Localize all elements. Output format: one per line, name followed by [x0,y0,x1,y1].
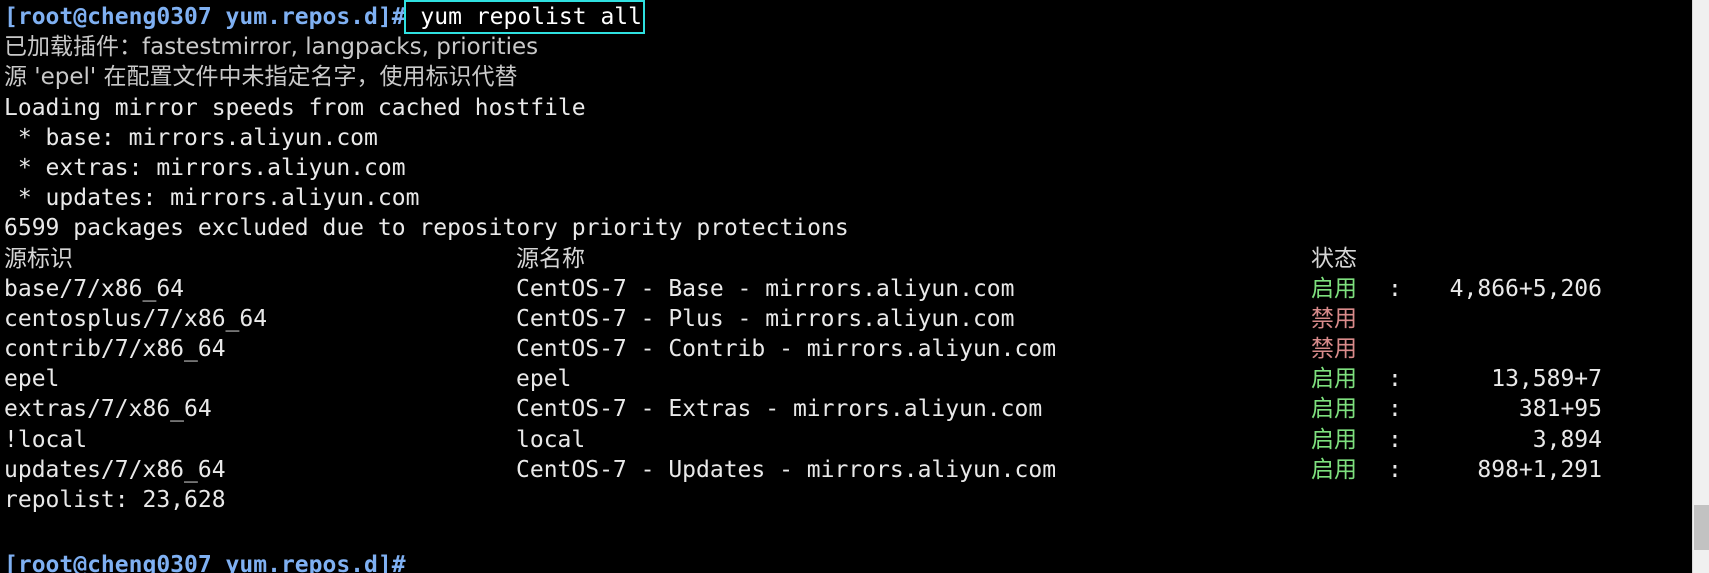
excluded-packages-line: 6599 packages excluded due to repository… [4,215,849,242]
table-header-row: 源标识 源名称 状态 [4,244,1692,274]
table-row: base/7/x86_64 CentOS-7 - Base - mirrors.a… [4,274,1692,304]
cell-status: 禁用 [1311,304,1602,334]
status-count: 4,866+5,206 [1449,275,1602,302]
status-badge: 启用 [1311,275,1357,302]
mirror-line-updates: * updates: mirrors.aliyun.com [4,185,420,212]
table-row: epel epel 启用: 13,589+7 [4,364,1692,394]
cell-repo-name: CentOS-7 - Plus - mirrors.aliyun.com [516,305,1015,332]
cell-repo-id: centosplus/7/x86_64 [4,305,268,332]
scrollbar-thumb[interactable] [1694,505,1709,550]
cell-status: 启用: 13,589+7 [1311,364,1602,394]
shell-prompt: [root@cheng0307 yum.repos.d]# [4,4,406,30]
mirror-line-extras: * extras: mirrors.aliyun.com [4,154,406,181]
status-badge: 禁用 [1311,305,1357,332]
cell-repo-name: CentOS-7 - Base - mirrors.aliyun.com [516,275,1015,302]
next-shell-prompt: [root@cheng0307 yum.repos.d]# [4,551,406,573]
cell-repo-id: base/7/x86_64 [4,275,185,302]
cell-repo-name: CentOS-7 - Extras - mirrors.aliyun.com [516,396,1043,423]
status-count: 13,589+7 [1491,366,1602,393]
table-row: updates/7/x86_64 CentOS-7 - Updates - mir… [4,455,1692,485]
status-colon: : [1388,456,1402,483]
cell-repo-id: extras/7/x86_64 [4,396,212,423]
status-count: 898+1,291 [1477,456,1602,483]
plugins-loaded-text: 已加载插件：fastestmirror, langpacks, prioriti… [4,34,539,61]
cell-status: 禁用 [1311,334,1602,364]
status-badge: 启用 [1311,396,1357,423]
cell-status: 启用: 3,894 [1311,425,1602,455]
column-header-status: 状态 [1311,245,1357,272]
table-row: !local local 启用: 3,894 [4,425,1692,455]
vertical-scrollbar[interactable] [1692,0,1709,573]
table-row: extras/7/x86_64 CentOS-7 - Extras - mirro… [4,394,1692,424]
cell-status: 启用: 898+1,291 [1311,455,1602,485]
status-badge: 启用 [1311,366,1357,393]
status-colon: : [1388,275,1402,302]
cell-repo-id: epel [4,366,60,393]
cell-repo-id: updates/7/x86_64 [4,456,226,483]
status-badge: 禁用 [1311,336,1357,363]
cell-repo-name: epel [516,366,572,393]
cell-repo-name: CentOS-7 - Updates - mirrors.aliyun.com [516,456,1057,483]
column-header-repo-name: 源名称 [516,245,585,272]
cell-repo-id: contrib/7/x86_64 [4,336,226,363]
loading-mirror-speeds-line: Loading mirror speeds from cached hostfi… [4,94,586,121]
terminal-screen[interactable]: [root@cheng0307 yum.repos.d]# yum repoli… [0,0,1692,573]
cell-status: 启用: 4,866+5,206 [1311,274,1602,304]
table-row: contrib/7/x86_64 CentOS-7 - Contrib - mir… [4,334,1692,364]
status-colon: : [1388,396,1402,423]
column-header-repo-id: 源标识 [4,245,73,272]
cell-status: 启用: 381+95 [1311,394,1602,424]
selected-command-text[interactable]: yum repolist all [403,0,645,35]
status-count: 381+95 [1518,396,1602,423]
cell-repo-name: CentOS-7 - Contrib - mirrors.aliyun.com [516,336,1057,363]
mirror-line-base: * base: mirrors.aliyun.com [4,124,378,151]
status-badge: 启用 [1311,456,1357,483]
cell-repo-name: local [516,426,586,453]
command-line: [root@cheng0307 yum.repos.d]# yum repoli… [4,0,1692,35]
table-row: centosplus/7/x86_64 CentOS-7 - Plus - mir… [4,304,1692,334]
status-count: 3,894 [1532,426,1602,453]
cell-repo-id: !local [4,426,88,453]
status-badge: 启用 [1311,426,1357,453]
repolist-summary-line: repolist: 23,628 [4,487,226,513]
plugins-loaded-line: 已加载插件：fastestmirror, langpacks, prioriti… [4,32,1692,62]
repo-name-warning-line: 源 'epel' 在配置文件中未指定名字，使用标识代替 [4,62,1692,92]
status-colon: : [1388,426,1402,453]
repo-name-warning-text: 源 'epel' 在配置文件中未指定名字，使用标识代替 [4,64,518,91]
status-colon: : [1388,366,1402,393]
terminal-window[interactable]: [root@cheng0307 yum.repos.d]# yum repoli… [0,0,1709,573]
